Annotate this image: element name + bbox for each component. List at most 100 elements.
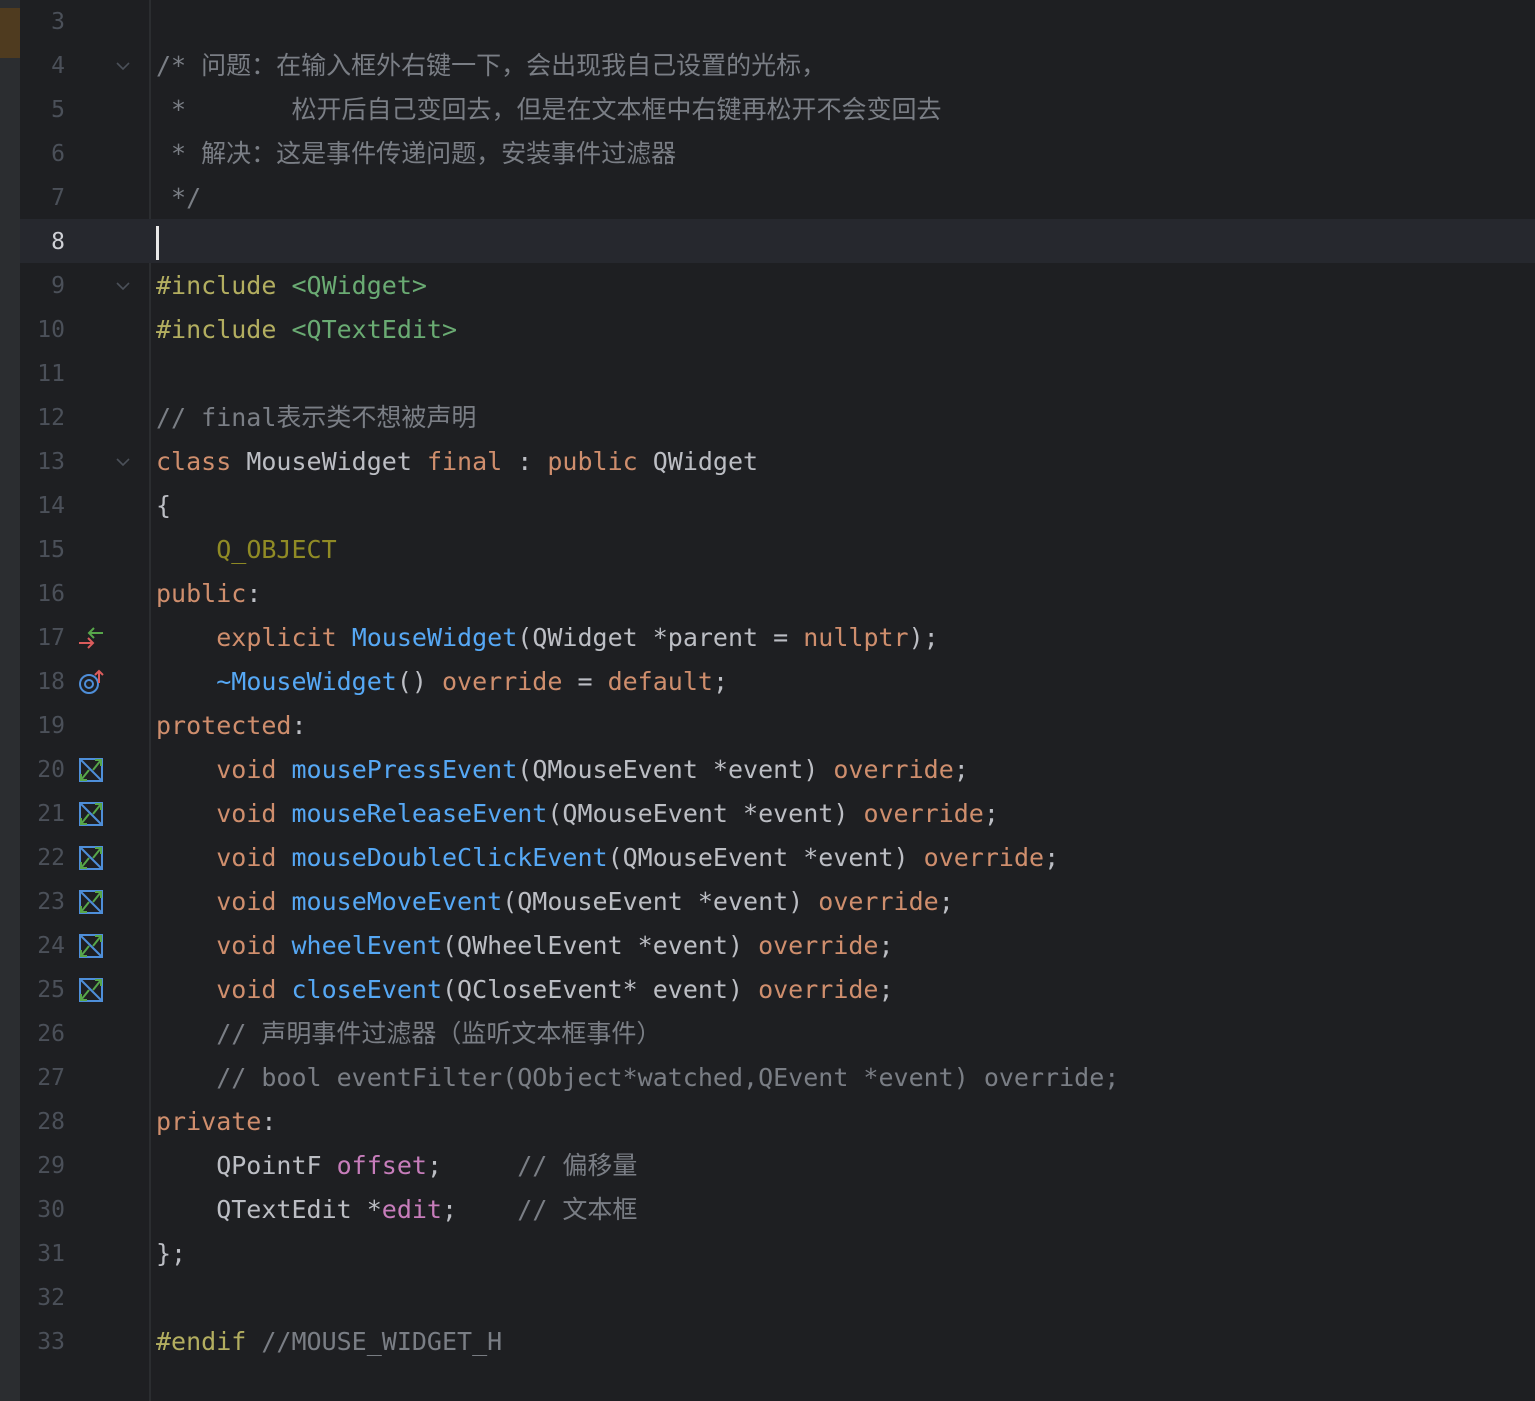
- code-text[interactable]: // bool eventFilter(QObject*watched,QEve…: [156, 1056, 1119, 1100]
- token-punc: [156, 623, 216, 652]
- code-text[interactable]: void closeEvent(QCloseEvent* event) over…: [156, 968, 894, 1012]
- line-number: 7: [51, 185, 65, 211]
- implements-method-icon[interactable]: [77, 889, 105, 915]
- token-punc: ;: [938, 887, 954, 916]
- code-line[interactable]: 31};: [0, 1232, 1535, 1276]
- code-line[interactable]: 17 explicit MouseWidget(QWidget *parent …: [0, 616, 1535, 660]
- code-text[interactable]: void mousePressEvent(QMouseEvent *event)…: [156, 748, 969, 792]
- code-text[interactable]: Q_OBJECT: [156, 528, 337, 572]
- code-text[interactable]: void wheelEvent(QWheelEvent *event) over…: [156, 924, 893, 968]
- code-line[interactable]: 5 * 松开后自己变回去，但是在文本框中右键再松开不会变回去: [0, 88, 1535, 132]
- code-line[interactable]: 22 void mouseDoubleClickEvent(QMouseEven…: [0, 836, 1535, 880]
- code-text[interactable]: #include <QTextEdit>: [156, 308, 457, 352]
- line-number: 29: [37, 1153, 65, 1179]
- code-text[interactable]: };: [156, 1232, 186, 1276]
- line-number: 27: [37, 1065, 65, 1091]
- code-line[interactable]: 10 #include <QTextEdit>: [0, 308, 1535, 352]
- code-text[interactable]: #include <QWidget>: [156, 264, 427, 308]
- code-text[interactable]: * 解决：这是事件传递问题，安装事件过滤器: [156, 132, 676, 176]
- code-text[interactable]: */: [156, 176, 201, 220]
- code-line[interactable]: 27 // bool eventFilter(QObject*watched,Q…: [0, 1056, 1535, 1100]
- code-line[interactable]: 20 void mousePressEvent(QMouseEvent *eve…: [0, 748, 1535, 792]
- token-punc: [156, 843, 216, 872]
- token-punc: ;: [712, 667, 728, 696]
- code-line[interactable]: 11: [0, 352, 1535, 396]
- line-number: 20: [37, 757, 65, 783]
- code-line[interactable]: 15 Q_OBJECT: [0, 528, 1535, 572]
- token-punc: [156, 667, 216, 696]
- line-number: 28: [37, 1109, 65, 1135]
- line-number: 14: [37, 493, 65, 519]
- code-line[interactable]: 21 void mouseReleaseEvent(QMouseEvent *e…: [0, 792, 1535, 836]
- code-line[interactable]: 12 // final表示类不想被声明: [0, 396, 1535, 440]
- implements-method-icon[interactable]: [77, 801, 105, 827]
- fold-chevron-icon[interactable]: [114, 277, 132, 295]
- code-text[interactable]: protected:: [156, 704, 307, 748]
- code-line[interactable]: 25 void closeEvent(QCloseEvent* event) o…: [0, 968, 1535, 1012]
- code-text[interactable]: public:: [156, 572, 261, 616]
- code-text[interactable]: * 松开后自己变回去，但是在文本框中右键再松开不会变回去: [156, 88, 941, 132]
- token-punc: {: [156, 491, 172, 520]
- fold-chevron-icon[interactable]: [114, 57, 132, 75]
- token-punc: :: [517, 447, 548, 476]
- code-line[interactable]: 14 {: [0, 484, 1535, 528]
- code-text[interactable]: QTextEdit *edit; // 文本框: [156, 1188, 637, 1232]
- code-line[interactable]: 32: [0, 1276, 1535, 1320]
- code-line[interactable]: 9 #include <QWidget>: [0, 264, 1535, 308]
- code-editor[interactable]: 3 4 /* 问题：在输入框外右键一下，会出现我自己设置的光标， 5 * 松开后自己变…: [0, 0, 1535, 1401]
- code-line[interactable]: 16 public:: [0, 572, 1535, 616]
- implements-method-icon[interactable]: [77, 757, 105, 783]
- code-line[interactable]: 6 * 解决：这是事件传递问题，安装事件过滤器: [0, 132, 1535, 176]
- code-line[interactable]: 13 class MouseWidget final : public QWidg…: [0, 440, 1535, 484]
- implements-method-icon[interactable]: [77, 845, 105, 871]
- fold-chevron-icon[interactable]: [114, 453, 132, 471]
- code-text[interactable]: {: [156, 484, 171, 528]
- token-punc: [156, 1019, 216, 1048]
- code-line[interactable]: 30 QTextEdit *edit; // 文本框: [0, 1188, 1535, 1232]
- code-line[interactable]: 3: [0, 0, 1535, 44]
- line-number: 9: [51, 273, 65, 299]
- code-line[interactable]: 28 private:: [0, 1100, 1535, 1144]
- code-line[interactable]: 7 */: [0, 176, 1535, 220]
- navigate-declaration-icon[interactable]: [77, 625, 105, 651]
- code-line[interactable]: 26 // 声明事件过滤器（监听文本框事件）: [0, 1012, 1535, 1056]
- code-line[interactable]: 23 void mouseMoveEvent(QMouseEvent *even…: [0, 880, 1535, 924]
- code-line[interactable]: 33 #endif //MOUSE_WIDGET_H: [0, 1320, 1535, 1364]
- code-text[interactable]: /* 问题：在输入框外右键一下，会出现我自己设置的光标，: [156, 44, 826, 88]
- token-fn: mousePressEvent: [291, 755, 518, 784]
- code-line[interactable]: 8: [0, 220, 1535, 264]
- code-text[interactable]: // 声明事件过滤器（监听文本框事件）: [156, 1012, 661, 1056]
- code-line[interactable]: 19 protected:: [0, 704, 1535, 748]
- token-com: // final表示类不想被声明: [156, 403, 477, 432]
- code-text[interactable]: #endif //MOUSE_WIDGET_H: [156, 1320, 502, 1364]
- token-str: <QTextEdit>: [291, 315, 458, 344]
- code-text[interactable]: void mouseMoveEvent(QMouseEvent *event) …: [156, 880, 954, 924]
- code-line[interactable]: 4 /* 问题：在输入框外右键一下，会出现我自己设置的光标，: [0, 44, 1535, 88]
- token-punc: ;: [878, 975, 894, 1004]
- code-text[interactable]: // final表示类不想被声明: [156, 396, 476, 440]
- overrides-method-icon[interactable]: [77, 669, 105, 695]
- code-line[interactable]: 24 void wheelEvent(QWheelEvent *event) o…: [0, 924, 1535, 968]
- implements-method-icon[interactable]: [77, 977, 105, 1003]
- code-text[interactable]: explicit MouseWidget(QWidget *parent = n…: [156, 616, 939, 660]
- code-line[interactable]: 18 ~MouseWidget() override = default;: [0, 660, 1535, 704]
- code-lines[interactable]: 3 4 /* 问题：在输入框外右键一下，会出现我自己设置的光标， 5 * 松开后自己变…: [0, 0, 1535, 1364]
- implements-method-icon[interactable]: [77, 933, 105, 959]
- code-text[interactable]: private:: [156, 1100, 276, 1144]
- code-text[interactable]: ~MouseWidget() override = default;: [156, 660, 728, 704]
- token-macro: Q_OBJECT: [216, 535, 337, 564]
- code-text[interactable]: class MouseWidget final : public QWidget: [156, 440, 758, 484]
- code-text[interactable]: QPointF offset; // 偏移量: [156, 1144, 637, 1188]
- code-line[interactable]: 29 QPointF offset; // 偏移量: [0, 1144, 1535, 1188]
- code-text[interactable]: [156, 220, 159, 264]
- line-number: 33: [37, 1329, 65, 1355]
- token-field: edit: [381, 1195, 442, 1224]
- line-number: 4: [51, 53, 65, 79]
- code-text[interactable]: void mouseReleaseEvent(QMouseEvent *even…: [156, 792, 999, 836]
- line-number: 10: [37, 317, 65, 343]
- line-number: 16: [37, 581, 65, 607]
- token-kw: override: [818, 887, 939, 916]
- line-number: 19: [37, 713, 65, 739]
- token-kw: override: [758, 931, 879, 960]
- code-text[interactable]: void mouseDoubleClickEvent(QMouseEvent *…: [156, 836, 1059, 880]
